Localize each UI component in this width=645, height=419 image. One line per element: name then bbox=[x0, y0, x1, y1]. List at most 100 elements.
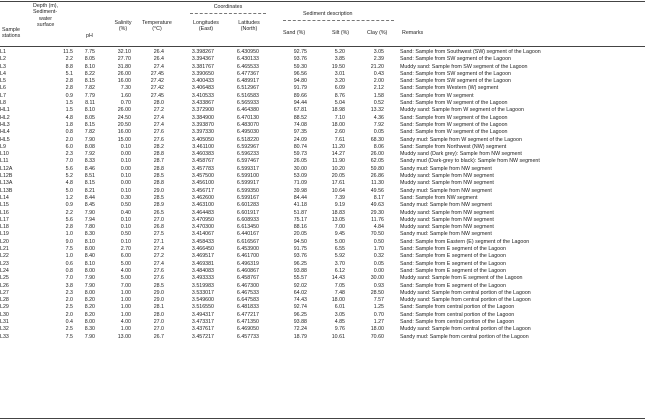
table-row: L27 2.3 8.00 1.00 29.0 3.533017 6.467533 64.02 7… bbox=[0, 290, 645, 297]
spacer-cell bbox=[384, 122, 400, 129]
sand-cell: 59.73 bbox=[293, 151, 307, 158]
station-cell: L5 bbox=[0, 78, 6, 85]
remarks-cell: Muddy sand: Sample from central portion … bbox=[400, 297, 531, 304]
table-row: L12B 5.2 8.51 0.10 28.5 3.457500 6.599100 53.09… bbox=[0, 173, 645, 180]
latitude-cell: 6.477217 bbox=[236, 311, 259, 318]
table-row: L18 2.8 7.80 0.10 26.8 3.470300 6.613450 88.16 7… bbox=[0, 224, 645, 231]
longitude-cell: 3.463100 bbox=[191, 202, 214, 209]
ph-cell: 7.82 bbox=[84, 85, 95, 92]
clay-cell: 2.00 bbox=[373, 78, 384, 85]
spacer-cell bbox=[384, 283, 400, 290]
longitude-cell: 3.533017 bbox=[191, 289, 214, 296]
station-cell: L12A bbox=[0, 165, 13, 172]
spacer-cell bbox=[384, 253, 400, 260]
salinity-cell: 0.10 bbox=[120, 143, 131, 150]
station-cell: L2 bbox=[0, 56, 6, 63]
clay-cell: 11.76 bbox=[371, 216, 384, 223]
latitude-cell: 6.483070 bbox=[236, 121, 259, 128]
salinity-cell: 1.00 bbox=[120, 289, 131, 296]
station-cell: L15 bbox=[0, 202, 9, 209]
header-latitudes: Latitudes (North) bbox=[228, 20, 270, 33]
remarks-cell: Sandy mud: Sample from NW segment bbox=[400, 165, 492, 172]
remarks-cell: Sandy mud: Sample from W segment of the … bbox=[400, 136, 522, 143]
silt-cell: 6.01 bbox=[334, 304, 345, 311]
longitude-cell: 3.473317 bbox=[191, 318, 214, 325]
clay-cell: 28.50 bbox=[370, 289, 384, 296]
salinity-cell: 7.00 bbox=[120, 282, 131, 289]
spacer-cell bbox=[384, 64, 400, 71]
header-ph: pH bbox=[86, 33, 93, 39]
header-temperature-line-2: (°C) bbox=[152, 26, 162, 33]
sand-cell: 91.75 bbox=[293, 246, 307, 253]
latitude-cell: 6.601917 bbox=[236, 209, 259, 216]
longitude-cell: 3.456100 bbox=[191, 180, 214, 187]
table-row: HL4 0.8 7.82 16.00 27.6 3.397330 6.495030 97.35… bbox=[0, 129, 645, 136]
table-row: L13B 5.0 8.21 0.10 29.0 3.456717 6.599350 39.98… bbox=[0, 188, 645, 195]
table-row: L10 2.3 7.92 0.00 28.8 3.460383 6.596233 59.73 1… bbox=[0, 151, 645, 158]
salinity-cell: 5.00 bbox=[120, 260, 131, 267]
station-cell: L23 bbox=[0, 260, 9, 267]
temperature-cell: 28.5 bbox=[153, 173, 164, 180]
depth-cell: 0.6 bbox=[65, 260, 73, 267]
longitude-cell: 3.405050 bbox=[191, 136, 214, 143]
temperature-cell: 28.9 bbox=[153, 202, 164, 209]
silt-cell: 7.00 bbox=[334, 224, 345, 231]
sand-cell: 92.74 bbox=[293, 304, 307, 311]
header-coordinates: Coordinates bbox=[213, 4, 243, 10]
table-row: L26 3.8 7.90 7.00 28.5 3.519983 6.467300 92.02 7… bbox=[0, 283, 645, 290]
clay-cell: 13.32 bbox=[370, 107, 384, 114]
depth-cell: 9.0 bbox=[65, 238, 73, 245]
ph-cell: 7.82 bbox=[84, 129, 95, 136]
ph-cell: 8.20 bbox=[84, 311, 95, 318]
spacer-cell bbox=[384, 290, 400, 297]
clay-cell: 8.17 bbox=[373, 194, 384, 201]
ph-cell: 7.90 bbox=[84, 136, 95, 143]
silt-cell: 7.61 bbox=[334, 136, 345, 143]
station-cell: L13A bbox=[0, 180, 13, 187]
station-cell: L21 bbox=[0, 246, 9, 253]
sand-cell: 92.02 bbox=[293, 282, 307, 289]
spacer-cell bbox=[384, 210, 400, 217]
remarks-cell: Sandy mud (Dark-grey to black): Sample f… bbox=[400, 158, 540, 165]
clay-cell: 0.70 bbox=[373, 311, 384, 318]
silt-cell: 10.61 bbox=[331, 333, 345, 340]
ph-cell: 8.15 bbox=[84, 180, 95, 187]
silt-cell: 4.85 bbox=[334, 318, 345, 325]
station-cell: L17 bbox=[0, 216, 9, 223]
table-row: L2 2.2 8.05 27.70 26.4 3.394367 6.430133 93.76 3… bbox=[0, 56, 645, 63]
sand-cell: 55.57 bbox=[293, 275, 307, 282]
clay-cell: 0.05 bbox=[373, 129, 384, 136]
top-rule bbox=[0, 1, 645, 2]
salinity-cell: 0.50 bbox=[120, 231, 131, 238]
latitude-cell: 6.469050 bbox=[236, 326, 259, 333]
table-row: HL5 2.0 7.90 15.00 27.6 3.405050 6.518220 24.09… bbox=[0, 137, 645, 144]
latitude-cell: 6.596233 bbox=[236, 151, 259, 158]
latitude-cell: 6.430950 bbox=[236, 49, 259, 55]
station-cell: L11 bbox=[0, 158, 9, 165]
header-depth-line-4: surface bbox=[37, 22, 55, 29]
clay-cell: 26.86 bbox=[370, 173, 384, 180]
remarks-cell: Sand: Sample from W segment of the Lagoo… bbox=[400, 129, 508, 136]
longitude-cell: 3.469381 bbox=[191, 260, 214, 267]
depth-cell: 0.8 bbox=[65, 129, 73, 136]
remarks-cell: Sand: Sample from W segment of the Lagoo… bbox=[400, 100, 508, 107]
station-cell: L3 bbox=[0, 63, 6, 70]
depth-cell: 2.5 bbox=[65, 326, 73, 333]
table-row: L15 0.9 8.45 0.50 28.9 3.463100 6.601283 41.18 9… bbox=[0, 202, 645, 209]
salinity-cell: 0.00 bbox=[120, 180, 131, 187]
latitude-cell: 6.565933 bbox=[236, 100, 259, 107]
station-cell: L32 bbox=[0, 326, 9, 333]
spacer-cell bbox=[384, 224, 400, 231]
temperature-cell: 27.2 bbox=[153, 107, 164, 114]
clay-cell: 1.27 bbox=[373, 318, 384, 325]
longitude-cell: 3.394367 bbox=[191, 56, 214, 63]
temperature-cell: 27.42 bbox=[150, 78, 164, 85]
temperature-cell: 27.0 bbox=[153, 216, 164, 223]
ph-cell: 8.15 bbox=[84, 121, 95, 128]
depth-cell: 2.5 bbox=[65, 304, 73, 311]
clay-cell: 1.25 bbox=[373, 304, 384, 311]
temperature-cell: 28.8 bbox=[153, 165, 164, 172]
depth-cell: 5.1 bbox=[65, 70, 73, 77]
ph-cell: 8.10 bbox=[84, 238, 95, 245]
sand-cell: 59.30 bbox=[293, 63, 307, 70]
